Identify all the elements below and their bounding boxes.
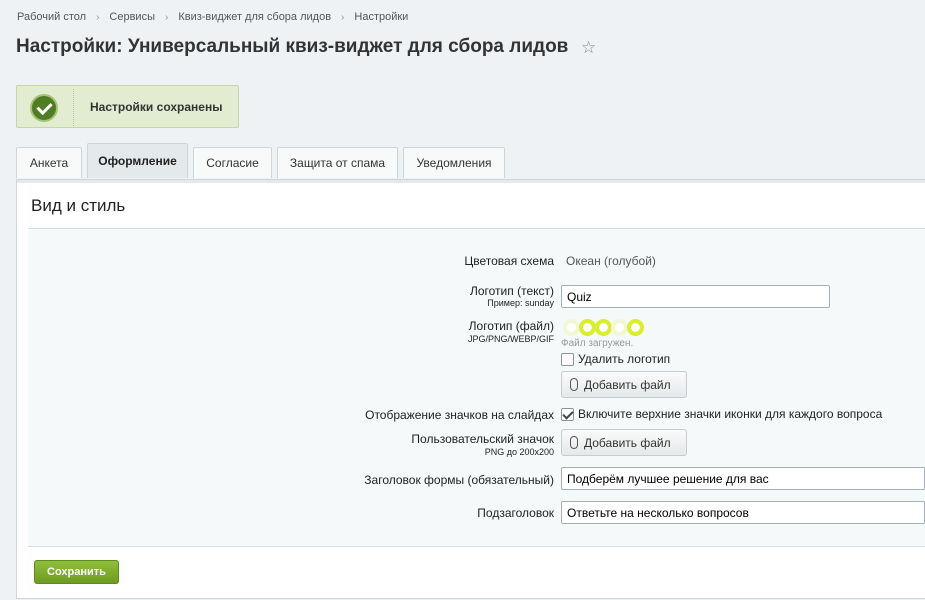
breadcrumb-quiz-widget[interactable]: Квиз-виджет для сбора лидов xyxy=(178,11,331,23)
delete-logo-checkbox[interactable] xyxy=(561,352,574,366)
logo-preview-image xyxy=(563,318,663,336)
chevron-right-icon: › xyxy=(341,12,345,23)
saved-notice: Настройки сохранены xyxy=(16,85,239,128)
logo-file-hint: JPG/PNG/WEBP/GIF xyxy=(467,334,554,344)
section-title: Вид и стиль xyxy=(31,196,126,215)
custom-icon-hint: PNG до 200x200 xyxy=(484,447,554,457)
panel-top-border xyxy=(17,180,925,183)
logo-ring xyxy=(627,318,644,336)
breadcrumb: Рабочий стол › Сервисы › Квиз-виджет для сбо… xyxy=(17,11,408,23)
paperclip-icon xyxy=(570,378,578,391)
tab-notifications[interactable]: Уведомления xyxy=(403,147,505,178)
chevron-right-icon: › xyxy=(96,12,100,23)
add-icon-file-button[interactable]: Добавить файл xyxy=(561,429,687,456)
icons-checkbox-label: Включите верхние значки иконки для каждо… xyxy=(578,407,883,421)
chevron-right-icon: › xyxy=(164,12,169,23)
logo-ring xyxy=(563,318,580,336)
breadcrumb-services[interactable]: Сервисы xyxy=(109,11,155,23)
check-circle-icon xyxy=(30,94,58,122)
star-icon[interactable]: ☆ xyxy=(581,38,596,58)
icons-row[interactable]: Включите верхние значки иконки для каждо… xyxy=(561,407,882,421)
color-scheme-value: Океан (голубой) xyxy=(566,254,656,268)
save-button[interactable]: Сохранить xyxy=(34,560,119,584)
subtitle-input[interactable] xyxy=(561,501,925,524)
file-uploaded-note: Файл загружен. xyxy=(561,338,634,349)
tab-spam-protection[interactable]: Защита от спама xyxy=(277,147,398,178)
logo-text-hint: Пример: sunday xyxy=(487,298,554,308)
breadcrumb-desktop[interactable]: Рабочий стол xyxy=(17,11,86,23)
form-title-input[interactable] xyxy=(561,467,925,490)
delete-logo-label: Удалить логотип xyxy=(578,352,671,366)
notice-text: Настройки сохранены xyxy=(90,100,223,114)
icons-label: Отображение значков на слайдах xyxy=(365,408,554,422)
delete-logo-row[interactable]: Удалить логотип xyxy=(561,352,670,366)
logo-text-input[interactable] xyxy=(561,285,830,308)
breadcrumb-settings[interactable]: Настройки xyxy=(354,11,408,23)
logo-ring xyxy=(595,318,612,336)
subtitle-label: Подзаголовок xyxy=(477,506,554,520)
form-area xyxy=(28,228,925,547)
paperclip-icon xyxy=(570,436,578,449)
tab-survey[interactable]: Анкета xyxy=(16,147,82,178)
logo-text-label: Логотип (текст) xyxy=(469,284,554,298)
logo-file-label: Логотип (файл) xyxy=(468,319,554,333)
page-title: Настройки: Универсальный квиз-виджет для… xyxy=(16,36,569,57)
logo-ring xyxy=(611,318,628,336)
form-title-label: Заголовок формы (обязательный) xyxy=(364,473,554,487)
custom-icon-label: Пользовательский значок xyxy=(411,432,554,446)
tab-appearance[interactable]: Оформление xyxy=(87,143,188,178)
tab-consent[interactable]: Согласие xyxy=(193,147,272,178)
notice-divider xyxy=(73,89,74,126)
logo-ring xyxy=(579,318,596,336)
add-logo-file-button[interactable]: Добавить файл xyxy=(561,371,687,398)
color-scheme-label: Цветовая схема xyxy=(464,254,554,268)
icons-checkbox[interactable] xyxy=(561,407,574,421)
settings-panel: Вид и стиль xyxy=(16,179,925,599)
add-logo-file-label: Добавить файл xyxy=(584,377,671,392)
add-icon-file-label: Добавить файл xyxy=(584,435,671,450)
